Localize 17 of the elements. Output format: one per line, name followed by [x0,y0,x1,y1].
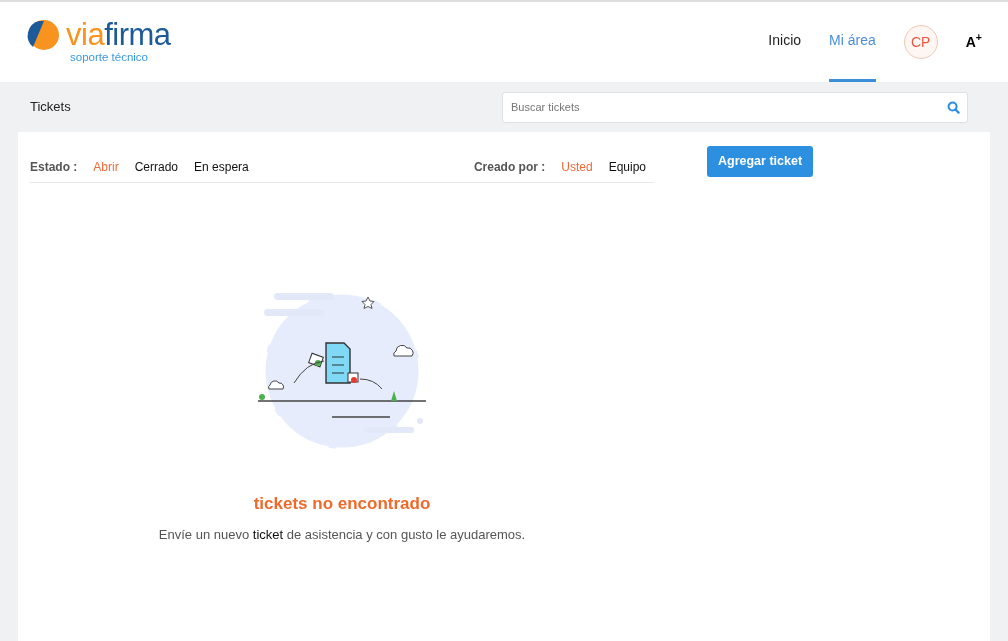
nav-link[interactable]: Inicio [768,2,802,82]
logo-icon [26,17,60,52]
empty-state-title: tickets no encontrado [253,493,431,515]
search-field[interactable]: Buscar tickets [502,91,968,123]
logo-wordmark: viafirma [66,18,171,50]
font-size-button[interactable]: A$^{+}$ [965,31,982,53]
empty-state-message: Envíe un nuevo ticket de asistencia y con gusto le ayudaremos. [158,525,526,544]
search-icon[interactable] [947,100,960,114]
filter-label: Creado por : [473,159,546,176]
logo-tagline: soporte técnico [70,50,149,66]
filter-option[interactable]: En espera [194,158,249,176]
nav-link[interactable]: Mi área [829,2,876,82]
ticket-link[interactable]: ticket [252,526,284,542]
filter-option[interactable]: Cerrado [134,158,179,176]
filter-label: Estado : [30,159,78,176]
filter-option[interactable]: Equipo [608,158,646,176]
page-title: Tickets [30,98,71,117]
